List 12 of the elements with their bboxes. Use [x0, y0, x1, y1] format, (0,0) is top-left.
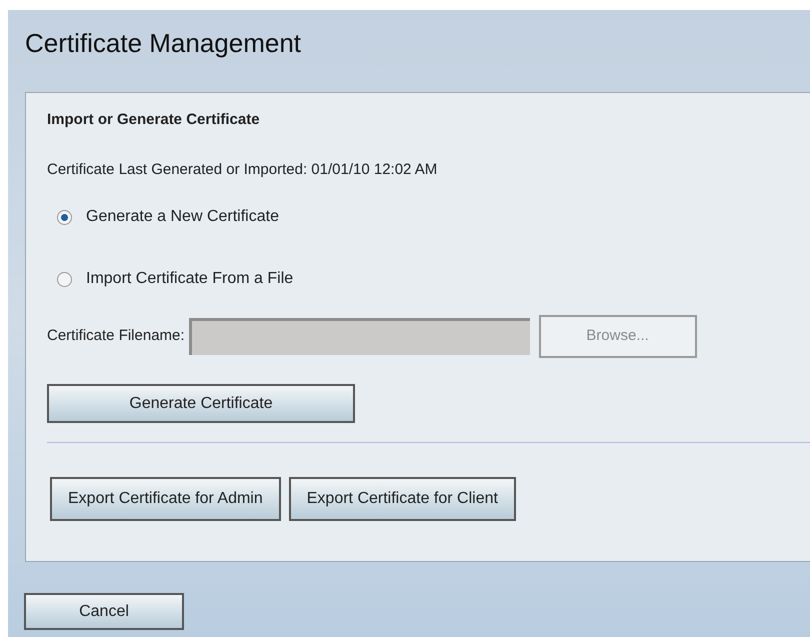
- export-button[interactable]: Export Certificate for Client: [288, 477, 516, 521]
- filename-label: Certificate Filename:: [47, 326, 185, 346]
- radio-label: Generate a New Certificate: [86, 207, 279, 227]
- radio-label: Import Certificate From a File: [86, 269, 294, 289]
- radio-button[interactable]: [57, 210, 72, 224]
- section-heading: Import or Generate Certificate: [47, 110, 260, 130]
- radio-button[interactable]: [57, 272, 72, 286]
- generate-certificate-button[interactable]: Generate Certificate: [47, 384, 355, 423]
- last-generated-text: Certificate Last Generated or Imported: 01/01/10 12:02 AM: [47, 160, 438, 180]
- page-title: Certificate Management: [25, 28, 302, 58]
- export-button[interactable]: Export Certificate for Admin: [50, 477, 281, 521]
- cancel-button[interactable]: Cancel: [24, 593, 184, 630]
